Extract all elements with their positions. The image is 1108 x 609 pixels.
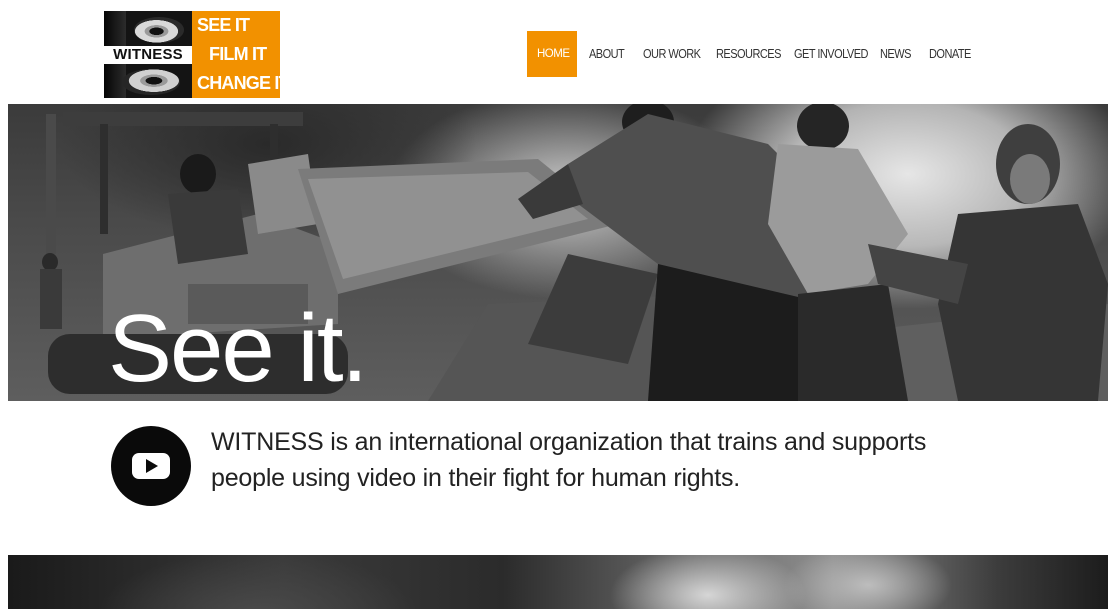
intro-text: WITNESS is an international organization…: [211, 428, 927, 492]
witness-logo[interactable]: WITNESS SEE IT FILM IT CHANGE IT: [104, 11, 290, 98]
nav-item-news[interactable]: NEWS: [880, 31, 913, 77]
nav-item-our-work[interactable]: OUR WORK: [643, 31, 701, 77]
hero-banner: See it.: [8, 104, 1108, 401]
logo-wordmark: WITNESS: [104, 46, 192, 64]
video-play-icon[interactable]: [111, 426, 191, 506]
nav-item-resources[interactable]: RESOURCES: [716, 31, 781, 77]
hero-title: See it.: [108, 295, 368, 401]
secondary-photo-band: [8, 555, 1108, 609]
logo-tagline: SEE IT FILM IT CHANGE IT: [192, 11, 290, 98]
site-header: WITNESS SEE IT FILM IT CHANGE IT HOME AB…: [0, 0, 1108, 104]
nav-item-home[interactable]: HOME: [527, 31, 577, 77]
logo-eyes-image: WITNESS: [104, 11, 192, 98]
play-triangle-icon: [146, 459, 158, 473]
nav-item-donate[interactable]: DONATE: [929, 31, 973, 77]
logo-tagline-line-1: SEE IT: [197, 15, 250, 35]
nav-item-about[interactable]: ABOUT: [589, 31, 626, 77]
video-play-icon-box: [132, 453, 170, 479]
nav-item-get-involved[interactable]: GET INVOLVED: [794, 31, 868, 77]
page: WITNESS SEE IT FILM IT CHANGE IT HOME AB…: [0, 0, 1108, 609]
logo-tagline-line-2: FILM IT: [209, 44, 267, 64]
logo-tagline-line-3: CHANGE IT: [197, 73, 290, 93]
main-nav: HOME ABOUT OUR WORK RESOURCES GET INVOLV…: [527, 31, 979, 77]
